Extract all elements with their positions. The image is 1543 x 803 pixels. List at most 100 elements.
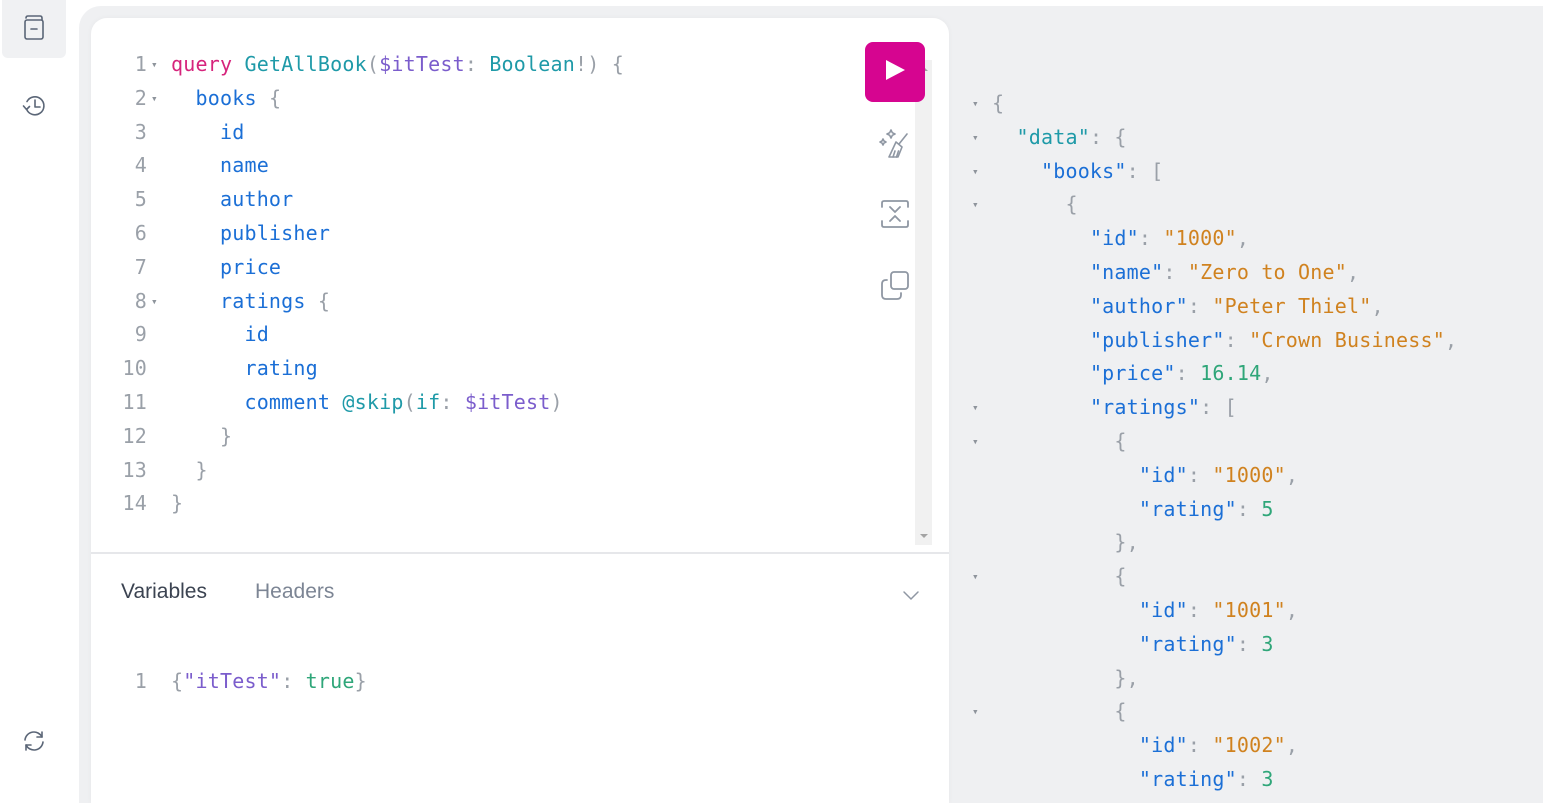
- code-line: 1 ▾ query GetAllBook($itTest: Boolean!) {: [91, 48, 831, 82]
- result-line: "rating": 3: [960, 763, 1457, 797]
- fold-arrow-icon[interactable]: ▾: [147, 48, 171, 82]
- docs-explorer-button[interactable]: [2, 0, 66, 58]
- code-token-punct: },: [1114, 530, 1139, 555]
- copy-icon: [877, 268, 913, 309]
- code-token-punct: {: [1065, 192, 1078, 217]
- code-token-punct: : {: [1089, 124, 1127, 149]
- line-number: 1: [134, 52, 147, 76]
- code-token-punct: :: [1175, 361, 1201, 386]
- fold-arrow-icon[interactable]: ▾: [960, 121, 992, 155]
- copy-query-button[interactable]: [873, 266, 917, 310]
- line-number: 14: [122, 491, 147, 516]
- code-token-field: "rating": [1138, 631, 1237, 656]
- code-text: },: [992, 526, 1139, 560]
- fold-gutter: [960, 222, 992, 256]
- refetch-schema-button[interactable]: [2, 714, 66, 772]
- code-text: comment @skip(if: $itTest): [171, 386, 563, 420]
- code-token-str: "1002": [1212, 733, 1286, 758]
- history-button[interactable]: [2, 79, 66, 137]
- tab-headers[interactable]: Headers: [255, 580, 334, 604]
- code-token-field: comment: [244, 389, 331, 414]
- query-editor[interactable]: 1 ▾ query GetAllBook($itTest: Boolean!) {2…: [91, 48, 831, 521]
- fold-gutter: [147, 251, 171, 285]
- code-token-punct: }: [195, 457, 208, 482]
- code-token-var: $itTest: [464, 389, 551, 414]
- fold-arrow-icon[interactable]: ▾: [960, 87, 992, 121]
- fold-arrow-icon[interactable]: ▾: [147, 82, 171, 116]
- fold-arrow-icon[interactable]: ▾: [147, 285, 171, 319]
- code-text: "price": 16.14,: [992, 357, 1274, 391]
- editor-divider[interactable]: [91, 552, 949, 554]
- fold-arrow-icon[interactable]: ▾: [960, 188, 992, 222]
- code-line: 2 ▾ books {: [91, 82, 831, 116]
- sidebar: [0, 0, 68, 803]
- fold-gutter: [960, 290, 992, 324]
- fold-gutter: [960, 357, 992, 391]
- code-token-punct: ,: [1285, 462, 1299, 487]
- fold-arrow-icon[interactable]: ▾: [960, 560, 992, 594]
- code-text: },: [992, 662, 1139, 696]
- code-token-punct: (: [403, 389, 416, 414]
- code-text: {: [992, 425, 1127, 459]
- code-text: "books": [: [992, 155, 1163, 189]
- code-token-punct: ,: [1371, 293, 1384, 318]
- result-line: "rating": 5: [960, 493, 1457, 527]
- code-token-field: "rating": [1138, 496, 1237, 521]
- code-token-field: "id": [1138, 597, 1188, 622]
- refresh-icon: [19, 726, 49, 761]
- tab-variables[interactable]: Variables: [121, 580, 207, 604]
- code-text: "rating": 3: [992, 628, 1274, 662]
- fold-arrow-icon[interactable]: ▾: [960, 391, 992, 425]
- line-number: 11: [122, 389, 147, 414]
- merge-icon: [877, 196, 913, 237]
- code-token-punct: :: [1187, 733, 1213, 758]
- code-line: 5 author: [91, 183, 831, 217]
- code-text: rating: [171, 352, 318, 386]
- prettify-button[interactable]: [873, 124, 917, 168]
- code-token-field: "author": [1089, 293, 1188, 318]
- result-line: "price": 16.14,: [960, 357, 1457, 391]
- variables-editor[interactable]: 1 {"itTest": true}: [91, 665, 367, 699]
- result-line: ▾ {: [960, 188, 1457, 222]
- code-token-punct: : [: [1126, 158, 1164, 183]
- code-token-field: name: [219, 153, 269, 178]
- execute-query-button[interactable]: [865, 42, 925, 102]
- code-token-punct: ,: [1261, 361, 1274, 386]
- code-text: {: [992, 695, 1127, 729]
- code-token-kw: query: [171, 52, 233, 76]
- code-text: "id": "1002",: [992, 729, 1298, 763]
- code-token-punct: :: [281, 669, 306, 693]
- code-token-str: "1000": [1163, 226, 1237, 251]
- collapse-panel-button[interactable]: [899, 584, 923, 608]
- code-token-punct: :: [1138, 226, 1164, 251]
- code-text: {: [992, 188, 1078, 222]
- code-text: "data": {: [992, 121, 1127, 155]
- fold-arrow-icon[interactable]: ▾: [960, 425, 992, 459]
- chevron-down-icon: [899, 591, 923, 612]
- merge-fragments-button[interactable]: [873, 194, 917, 238]
- code-text: "id": "1000",: [992, 459, 1298, 493]
- fold-gutter: [147, 183, 171, 217]
- code-token-arg: if: [415, 389, 441, 414]
- result-line: ▾ {: [960, 560, 1457, 594]
- line-number: 9: [134, 322, 147, 347]
- result-line: ▾{: [960, 87, 1457, 121]
- query-editor-scrollbar[interactable]: [915, 60, 932, 545]
- fold-arrow-icon[interactable]: ▾: [960, 155, 992, 189]
- fold-arrow-icon[interactable]: ▾: [960, 695, 992, 729]
- code-token-str: "1001": [1212, 597, 1286, 622]
- scroll-down-arrow[interactable]: [920, 534, 928, 538]
- code-text: "rating": 5: [992, 493, 1274, 527]
- code-text: }: [171, 454, 208, 488]
